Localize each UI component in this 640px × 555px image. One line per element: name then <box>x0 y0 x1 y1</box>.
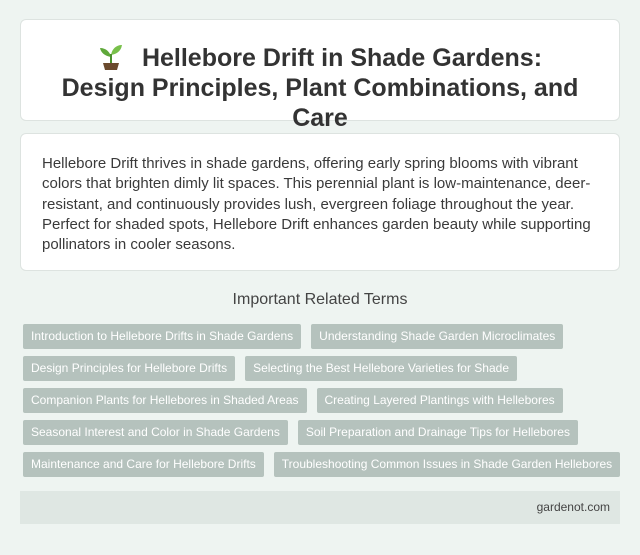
tag-row: Maintenance and Care for Hellebore Drift… <box>23 452 623 484</box>
footer: gardenot.com <box>20 491 620 524</box>
related-terms-list: Introduction to Hellebore Drifts in Shad… <box>23 324 623 484</box>
tag-row: Design Principles for Hellebore Drifts S… <box>23 356 623 388</box>
footer-site-link[interactable]: gardenot.com <box>537 500 610 514</box>
related-term-tag[interactable]: Introduction to Hellebore Drifts in Shad… <box>23 324 302 349</box>
related-term-tag[interactable]: Companion Plants for Hellebores in Shade… <box>23 388 307 413</box>
related-term-tag[interactable]: Understanding Shade Garden Microclimates <box>311 324 564 349</box>
tag-row: Introduction to Hellebore Drifts in Shad… <box>23 324 623 356</box>
related-term-tag[interactable]: Soil Preparation and Drainage Tips for H… <box>297 420 578 445</box>
description-card: Hellebore Drift thrives in shade gardens… <box>20 133 620 271</box>
related-term-tag[interactable]: Selecting the Best Hellebore Varieties f… <box>245 356 518 381</box>
related-term-tag[interactable]: Creating Layered Plantings with Hellebor… <box>316 388 563 413</box>
page-title: Hellebore Drift in Shade Gardens: Design… <box>21 42 619 133</box>
related-term-tag[interactable]: Maintenance and Care for Hellebore Drift… <box>23 452 264 477</box>
page-title-text: Hellebore Drift in Shade Gardens: Design… <box>61 44 579 132</box>
related-term-tag[interactable]: Troubleshooting Common Issues in Shade G… <box>273 452 621 477</box>
seedling-icon <box>99 45 122 70</box>
related-terms-heading: Important Related Terms <box>232 291 408 308</box>
title-card: Hellebore Drift in Shade Gardens: Design… <box>20 19 620 132</box>
related-term-tag[interactable]: Design Principles for Hellebore Drifts <box>23 356 236 381</box>
tag-row: Seasonal Interest and Color in Shade Gar… <box>23 420 623 452</box>
tag-row: Companion Plants for Hellebores in Shade… <box>23 388 623 420</box>
description-text: Hellebore Drift thrives in shade gardens… <box>42 155 591 254</box>
related-term-tag[interactable]: Seasonal Interest and Color in Shade Gar… <box>23 420 288 445</box>
